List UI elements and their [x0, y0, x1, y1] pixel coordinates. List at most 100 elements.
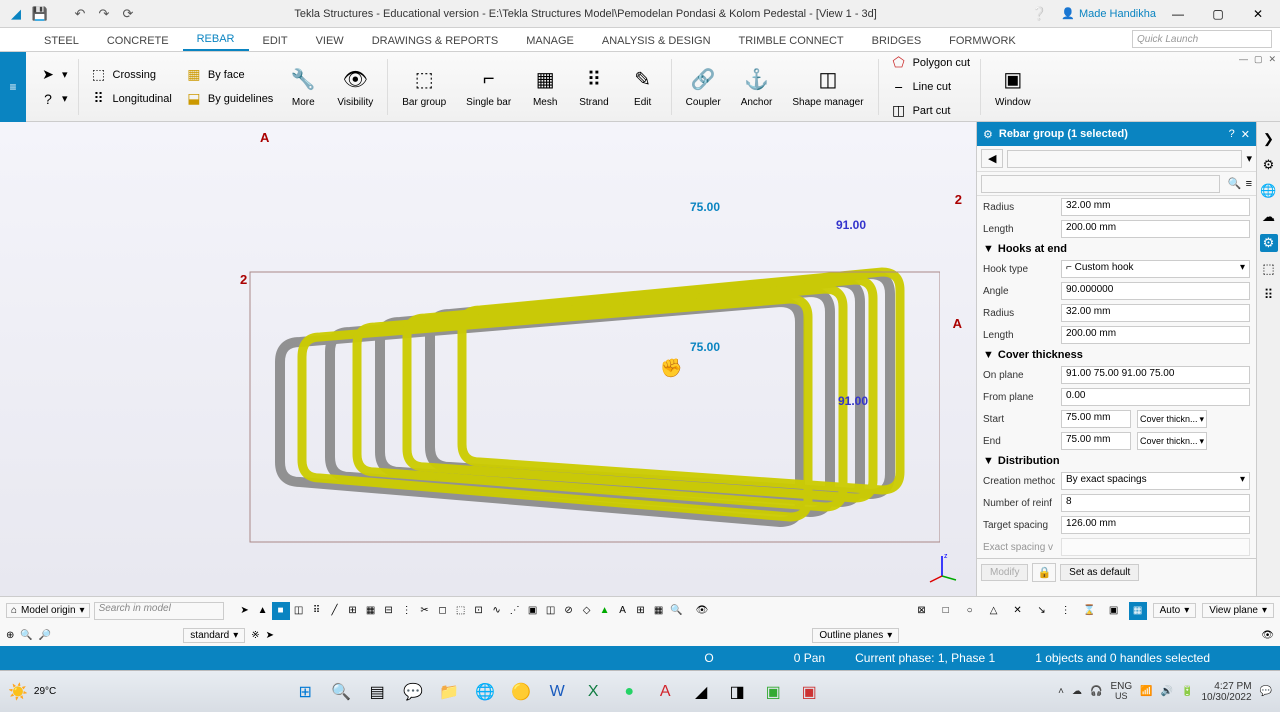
camtasia-icon[interactable]: ▣	[756, 676, 790, 708]
redo-icon[interactable]: ↷	[96, 6, 112, 22]
child-min[interactable]: —	[1239, 54, 1248, 65]
start-input[interactable]: 75.00 mm	[1061, 410, 1131, 428]
tb-ico-20[interactable]: ◇	[578, 602, 596, 620]
setdefault-button[interactable]: Set as default	[1060, 564, 1139, 581]
window-button[interactable]: ▣Window	[985, 62, 1041, 112]
child-close[interactable]: ✕	[1268, 54, 1276, 65]
rb-6[interactable]: ↘	[1033, 602, 1051, 620]
tb-ico-12[interactable]: ◻	[434, 602, 452, 620]
search-model-input[interactable]: Search in model	[94, 602, 224, 620]
search-icon[interactable]: 🔍	[1228, 177, 1242, 190]
zoom-icon-sm[interactable]: 🔎	[39, 630, 51, 641]
edge-icon[interactable]: 🌐	[468, 676, 502, 708]
minimize-button[interactable]: —	[1160, 0, 1196, 28]
tab-steel[interactable]: STEEL	[30, 31, 93, 51]
onplane-input[interactable]: 91.00 75.00 91.00 75.00	[1061, 366, 1250, 384]
tb-ico-24[interactable]: ▦	[650, 602, 668, 620]
tray-wifi-icon[interactable]: 📶	[1140, 686, 1152, 697]
eye-toggle-icon[interactable]: 👁	[696, 605, 709, 616]
save-icon[interactable]: 💾	[32, 6, 48, 22]
rb-5[interactable]: ✕	[1009, 602, 1027, 620]
rb-3[interactable]: ○	[961, 602, 979, 620]
tab-manage[interactable]: MANAGE	[512, 31, 588, 51]
end-dd[interactable]: Cover thickn...▾	[1137, 432, 1207, 450]
section-hooks[interactable]: ▼ Hooks at end	[977, 240, 1256, 258]
help-tool[interactable]: ?▾	[38, 87, 68, 111]
tray-battery-icon[interactable]: 🔋	[1181, 686, 1193, 697]
side-cloud-icon[interactable]: ☁	[1260, 208, 1278, 226]
tab-trimble[interactable]: TRIMBLE CONNECT	[725, 31, 858, 51]
child-max[interactable]: ▢	[1254, 54, 1263, 65]
tb-ico-22[interactable]: A	[614, 602, 632, 620]
app2-icon[interactable]: ◨	[720, 676, 754, 708]
word-icon[interactable]: W	[540, 676, 574, 708]
search-task-icon[interactable]: 🔍	[324, 676, 358, 708]
side-arrow-icon[interactable]: ❯	[1260, 130, 1278, 148]
rb-2[interactable]: □	[937, 602, 955, 620]
linecut-button[interactable]: ⎯Line cut	[889, 75, 970, 99]
tb-ico-15[interactable]: ∿	[488, 602, 506, 620]
gear-icon[interactable]: ⚙	[983, 128, 993, 141]
tab-rebar[interactable]: REBAR	[183, 29, 249, 51]
tb-ico-19[interactable]: ⊘	[560, 602, 578, 620]
crossing-button[interactable]: ⬚Crossing	[89, 63, 172, 87]
rb-1[interactable]: ⊠	[913, 602, 931, 620]
radius2-input[interactable]: 32.00 mm	[1061, 304, 1250, 322]
bargroup-button[interactable]: ⬚Bar group	[392, 62, 456, 112]
tb-ico-21[interactable]: ▲	[596, 602, 614, 620]
modify-button[interactable]: Modify	[981, 564, 1028, 581]
byguidelines-button[interactable]: ⬓By guidelines	[184, 87, 273, 111]
tab-edit[interactable]: EDIT	[249, 31, 302, 51]
excel-icon[interactable]: X	[576, 676, 610, 708]
outline-dd[interactable]: Outline planes▾	[812, 628, 899, 643]
side-gear-icon[interactable]: ⚙	[1260, 156, 1278, 174]
targetsp-input[interactable]: 126.00 mm	[1061, 516, 1250, 534]
chrome-icon[interactable]: 🟡	[504, 676, 538, 708]
rb-9[interactable]: ▣	[1105, 602, 1123, 620]
tb-ico-1[interactable]: ➤	[236, 602, 254, 620]
tab-analysis[interactable]: ANALYSIS & DESIGN	[588, 31, 725, 51]
hooktype-select[interactable]: ⌐ Custom hook▾	[1061, 260, 1250, 278]
tray-chevron-icon[interactable]: ˄	[1058, 686, 1064, 697]
singlebar-button[interactable]: ⌐Single bar	[456, 62, 521, 112]
rb-4[interactable]: △	[985, 602, 1003, 620]
search-icon-sm[interactable]: 🔍	[20, 630, 32, 641]
start-dd[interactable]: Cover thickn...▾	[1137, 410, 1207, 428]
tray-time[interactable]: 4:27 PM	[1201, 681, 1251, 692]
tray-audio-icon[interactable]: 🎧	[1090, 686, 1102, 697]
tb-ico-3[interactable]: ■	[272, 602, 290, 620]
origin-icon-sm[interactable]: ⊕	[6, 630, 14, 641]
panel-search-input[interactable]	[981, 175, 1220, 193]
autocad-icon[interactable]: A	[648, 676, 682, 708]
explorer-icon[interactable]: 📁	[432, 676, 466, 708]
close-button[interactable]: ✕	[1240, 0, 1276, 28]
coupler-button[interactable]: 🔗Coupler	[676, 62, 731, 112]
taskview-icon[interactable]: ▤	[360, 676, 394, 708]
standard-dd[interactable]: standard▾	[183, 628, 245, 643]
tb-ico-2[interactable]: ▲	[254, 602, 272, 620]
side-globe-icon[interactable]: 🌐	[1260, 182, 1278, 200]
tb-ico-11[interactable]: ✂	[416, 602, 434, 620]
creation-select[interactable]: By exact spacings▾	[1061, 472, 1250, 490]
tb-ico-6[interactable]: ╱	[326, 602, 344, 620]
side-cube-icon[interactable]: ⬚	[1260, 260, 1278, 278]
tb-ico-18[interactable]: ◫	[542, 602, 560, 620]
rb-7[interactable]: ⋮	[1057, 602, 1075, 620]
model-origin-select[interactable]: ⌂ Model origin ▾	[6, 603, 90, 618]
tb-ico-4[interactable]: ◫	[290, 602, 308, 620]
tab-formwork[interactable]: FORMWORK	[935, 31, 1030, 51]
more-button[interactable]: 🔧More	[279, 62, 327, 112]
section-cover[interactable]: ▼ Cover thickness	[977, 346, 1256, 364]
undo-icon[interactable]: ↶	[72, 6, 88, 22]
fromplane-input[interactable]: 0.00	[1061, 388, 1250, 406]
maximize-button[interactable]: ▢	[1200, 0, 1236, 28]
prev-arrow-icon[interactable]: ◀	[981, 149, 1003, 168]
whatsapp-icon[interactable]: ●	[612, 676, 646, 708]
byface-button[interactable]: ▦By face	[184, 63, 273, 87]
panel-help-icon[interactable]: ?	[1229, 128, 1235, 140]
tb-ico-16[interactable]: ⋰	[506, 602, 524, 620]
repeat-icon[interactable]: ⟳	[120, 6, 136, 22]
preset-dropdown[interactable]	[1007, 150, 1242, 168]
auto-dd[interactable]: Auto▾	[1153, 603, 1197, 618]
lock-icon[interactable]: 🔒	[1032, 563, 1056, 582]
